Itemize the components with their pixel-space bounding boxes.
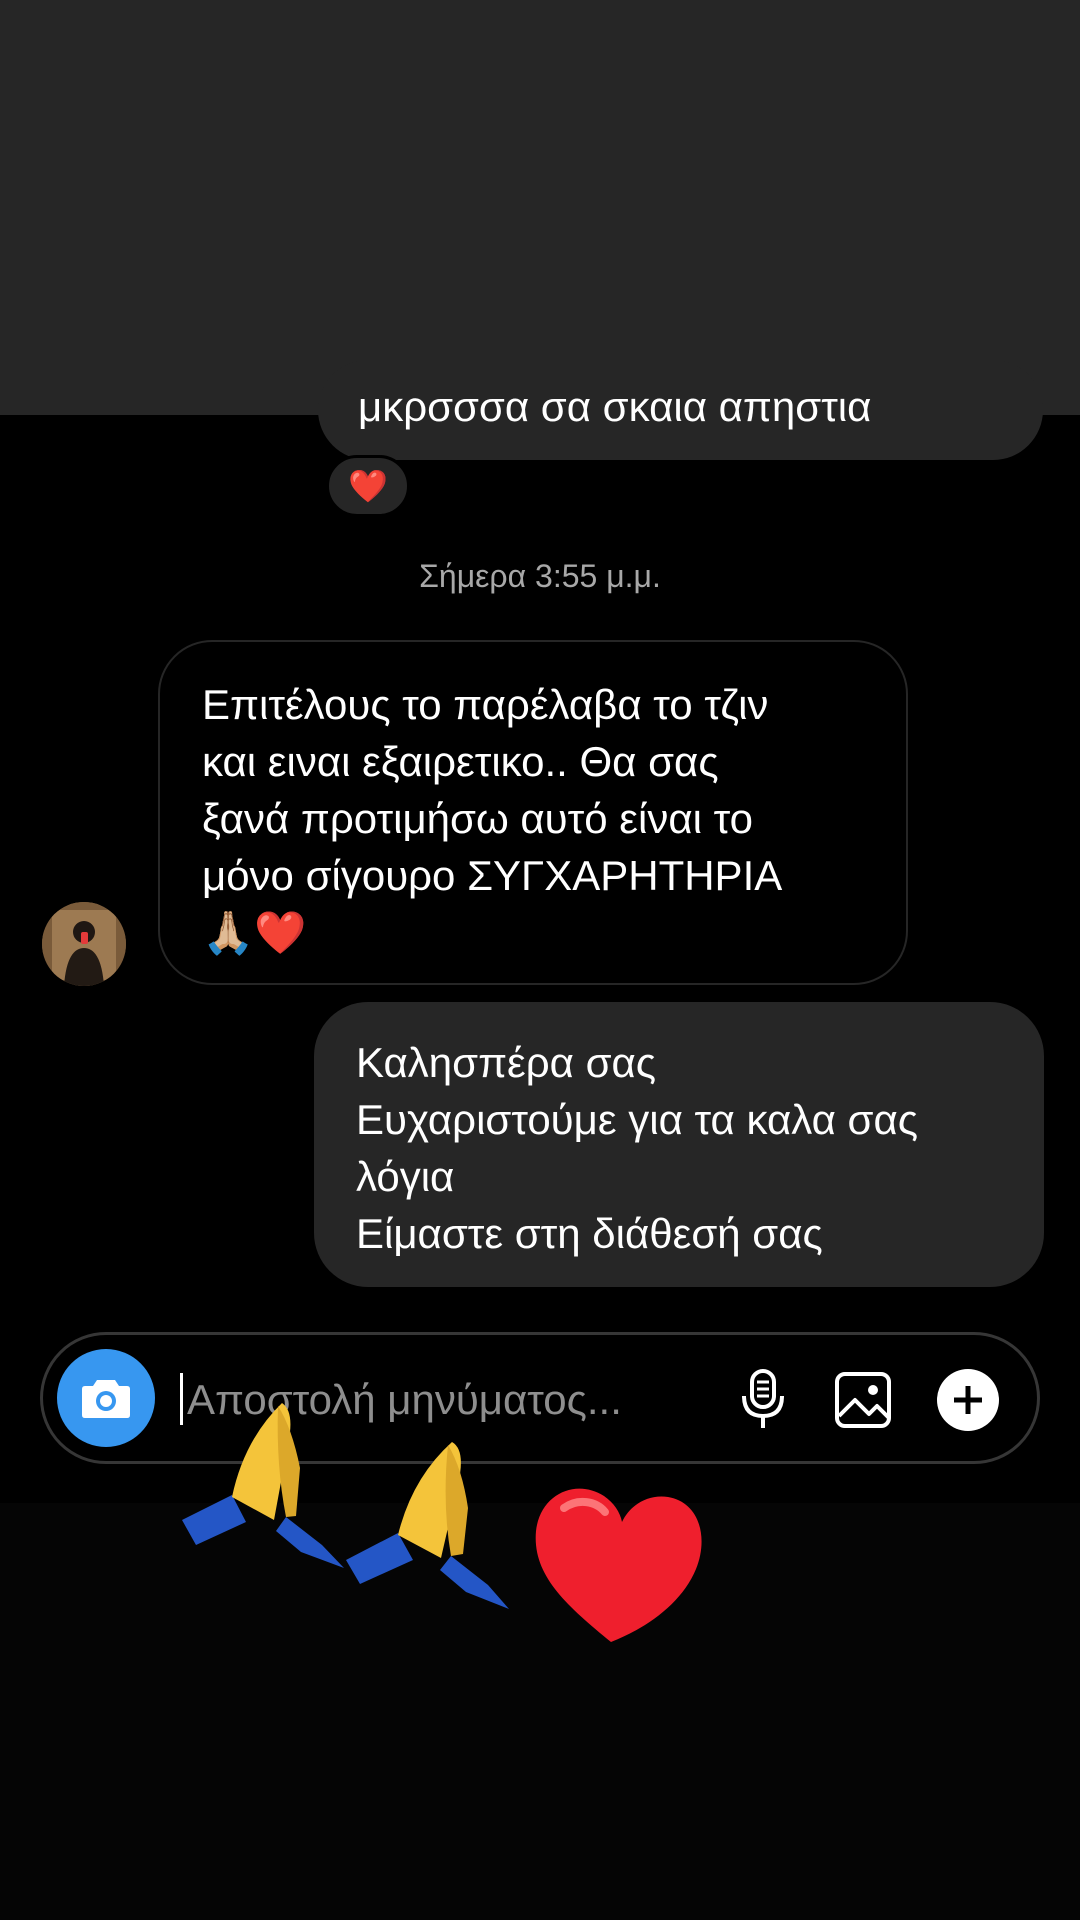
camera-button[interactable]	[57, 1349, 155, 1447]
previous-message-bubble: μκρσσσα σα σκαια απηστια	[318, 360, 1043, 460]
more-options-button[interactable]	[933, 1365, 1003, 1435]
story-bottom-area	[0, 1503, 1080, 1920]
incoming-message-bubble[interactable]: Επιτέλους το παρέλαβα το τζιν και ειναι …	[158, 640, 908, 985]
message-composer	[40, 1332, 1040, 1464]
image-icon	[835, 1372, 891, 1428]
plus-icon	[937, 1369, 999, 1431]
incoming-message-emoji: 🙏🏼❤️	[202, 909, 307, 956]
voice-message-button[interactable]	[728, 1365, 798, 1435]
reaction-emoji: ❤️	[348, 468, 388, 504]
previous-message-text: μκρσσσα σα σκαια απηστια	[358, 383, 872, 430]
microphone-icon	[742, 1369, 784, 1428]
avatar[interactable]	[42, 902, 126, 986]
outgoing-message-bubble[interactable]: Καλησπέρα σας Ευχαριστούμε για τα καλα σ…	[314, 1002, 1044, 1287]
heart-reaction[interactable]: ❤️	[326, 455, 410, 517]
message-timestamp: Σήμερα 3:55 μ.μ.	[419, 558, 661, 594]
outgoing-message-text: Καλησπέρα σας Ευχαριστούμε για τα καλα σ…	[356, 1039, 918, 1257]
camera-icon	[82, 1380, 130, 1418]
text-caret	[180, 1373, 183, 1425]
incoming-message-text: Επιτέλους το παρέλαβα το τζιν και ειναι …	[202, 681, 783, 899]
gallery-button[interactable]	[828, 1365, 898, 1435]
avatar-photo-icon	[42, 902, 126, 986]
story-top-overlay	[0, 0, 1080, 415]
message-input[interactable]	[187, 1365, 727, 1435]
